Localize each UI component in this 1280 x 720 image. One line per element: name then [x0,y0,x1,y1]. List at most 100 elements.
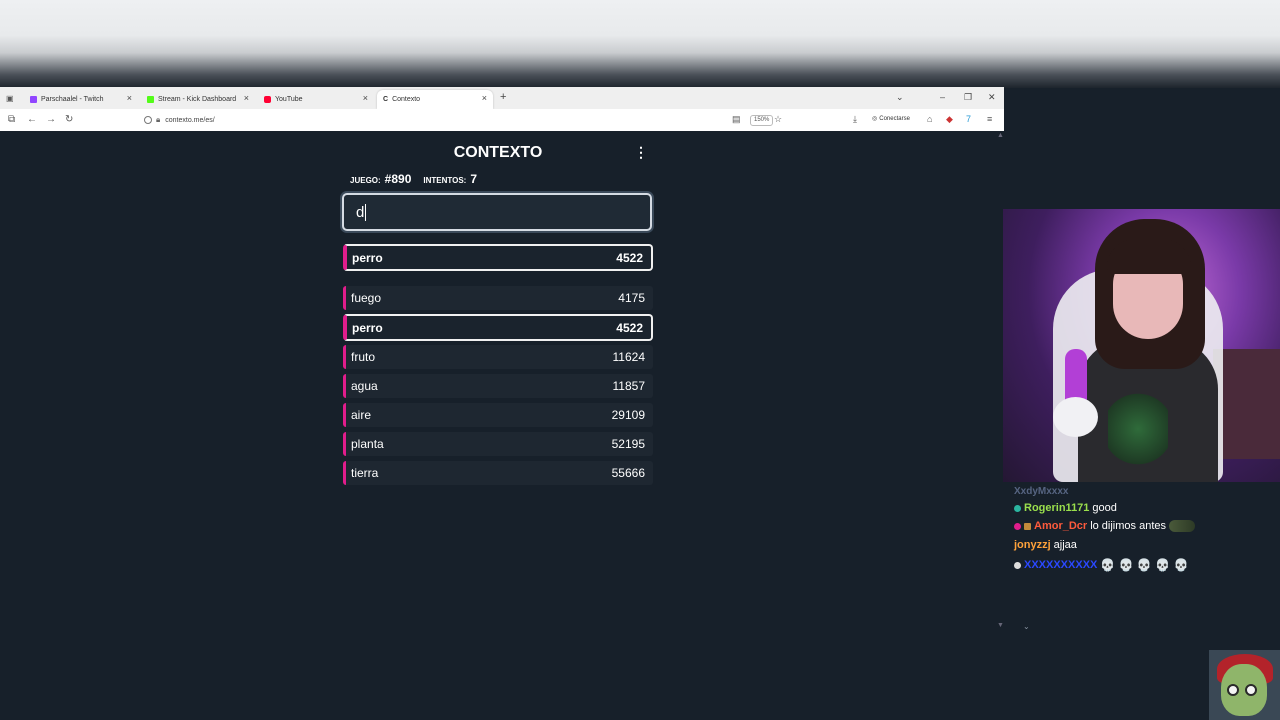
chat-message: Amor_Dcr lo dijimos antes [1014,520,1196,532]
kick-icon [147,96,154,103]
scroll-down-icon[interactable]: ▼ [997,622,1004,629]
tab-label: YouTube [275,96,303,103]
twitch-icon [30,96,37,103]
extension-7tv-icon[interactable]: 7 [966,114,971,125]
badge-icon [1014,504,1021,512]
tab-youtube[interactable]: YouTube × [258,90,374,109]
game-stats: JUEGO: #890 INTENTOS: 7 [350,172,477,186]
guess-rank: 29109 [611,408,645,422]
emote-icon [1169,520,1196,532]
game-number: #890 [384,172,412,186]
menu-icon[interactable]: ≡ [987,114,992,125]
chat-username: Amor_Dcr [1034,520,1088,532]
chevron-down-icon[interactable]: ⌄ [896,92,904,103]
guess-rank: 4175 [618,291,645,305]
address-bar-row: ⧉ ← → ↻ 🔒︎ contexto.me/es/ ▤ 150% ☆ ⤓ ◎ … [0,109,1004,131]
scroll-up-icon[interactable]: ▲ [997,132,1004,139]
guess-rank: 4522 [616,250,643,265]
minimize-button[interactable]: – [940,92,945,102]
guess-word: aire [351,408,372,422]
chat-text: good [1092,502,1117,514]
reader-view-icon[interactable]: ▤ [732,114,741,125]
game-title: CONTEXTO [453,144,543,161]
chat-username: Rogerin1171 [1024,502,1090,514]
more-options-icon[interactable]: ⋮ [634,145,648,159]
blurred-background [0,0,1280,88]
chat-text: 💀 💀 💀 💀 💀 [1100,558,1189,572]
webcam-feed [1003,209,1280,482]
sidebar-icon[interactable]: ⧉ [8,114,15,126]
url-field[interactable]: 🔒︎ contexto.me/es/ [140,112,790,128]
close-icon[interactable]: × [363,94,368,103]
chat-message: jonyzzj ajjaa [1014,539,1077,551]
attempts-label: INTENTOS: [423,176,467,185]
download-icon[interactable]: ⤓ [853,114,857,125]
guess-word: agua [351,379,378,393]
restore-button[interactable]: ❐ [964,92,972,103]
lock-icon: 🔒︎ [156,115,161,124]
attempts-count: 7 [470,172,478,186]
star-icon[interactable]: ☆ [774,114,782,125]
connect-label: Conectarse [879,115,910,122]
text-caret [365,203,367,221]
chat-username: XXXXXXXXXX [1024,559,1098,571]
url-text: contexto.me/es/ [165,116,215,124]
account-icon: ◎ [872,116,878,122]
tab-contexto[interactable]: C Contexto × [377,90,493,109]
tab-kick[interactable]: Stream - Kick Dashboard × [141,90,255,109]
browser-window: ▣ Parschaalel - Twitch × Stream - Kick D… [0,87,1004,131]
guess-word: fuego [351,291,382,305]
back-button[interactable]: ← [27,114,37,126]
guess-word: tierra [351,466,379,480]
guess-word: planta [351,437,384,451]
zombie-avatar [1209,650,1280,720]
close-icon[interactable]: × [482,94,487,103]
chat-message: XXXXXXXXXX 💀 💀 💀 💀 💀 [1014,558,1188,572]
chat-scroll-down-icon[interactable]: ⌄ [1023,622,1030,631]
guess-row: tierra 55666 [343,461,653,485]
guess-rank: 4522 [616,320,643,335]
tab-label: Contexto [392,96,421,103]
new-tab-button[interactable]: + [500,91,506,103]
extension-icon[interactable]: ◆ [946,114,953,125]
guess-rank: 11624 [612,350,645,364]
guess-row: agua 11857 [343,374,653,398]
guess-row: planta 52195 [343,432,653,456]
reload-button[interactable]: ↻ [65,114,73,126]
guess-rank: 52195 [611,437,645,451]
heart-badge-icon [1014,522,1021,530]
site-info-icon[interactable] [144,116,152,124]
tab-label: Parschaalel - Twitch [41,96,104,103]
guess-row: fuego 4175 [343,286,653,310]
chat-username: jonyzzj [1014,539,1051,551]
guess-input[interactable]: d [342,193,652,231]
chat-username: XxdyMxxxx [1014,486,1069,497]
chat-message: Rogerin1171 good [1014,502,1117,514]
close-icon[interactable]: × [244,94,249,103]
guess-word: perro [352,320,383,335]
home-icon[interactable]: ⌂ [927,114,932,125]
zoom-level[interactable]: 150% [750,115,774,126]
chat-message: XxdyMxxxx [1014,486,1068,497]
input-value: d [356,203,365,221]
connect-button[interactable]: ◎ Conectarse [872,115,910,123]
guess-rank: 11857 [612,379,645,393]
close-icon[interactable]: × [127,94,132,103]
sub-badge-icon [1024,522,1031,530]
tab-bar: ▣ Parschaalel - Twitch × Stream - Kick D… [0,87,1004,109]
tab-twitch[interactable]: Parschaalel - Twitch × [24,90,138,109]
tab-label: Stream - Kick Dashboard [158,96,237,103]
chat-text: lo dijimos antes [1090,520,1167,532]
guess-rank: 55666 [611,466,645,480]
close-window-button[interactable]: ✕ [988,92,996,103]
forward-button[interactable]: → [46,114,56,126]
chat-text: ajjaa [1053,539,1077,551]
game-label: JUEGO: [350,176,381,185]
last-guess-row: perro 4522 [343,244,653,271]
guess-word: perro [352,250,383,265]
guess-word: fruto [351,350,376,364]
skull-badge-icon [1014,561,1021,569]
tab-list-icon[interactable]: ▣ [6,93,14,105]
guess-row: perro 4522 [343,314,653,341]
youtube-icon [264,96,271,103]
